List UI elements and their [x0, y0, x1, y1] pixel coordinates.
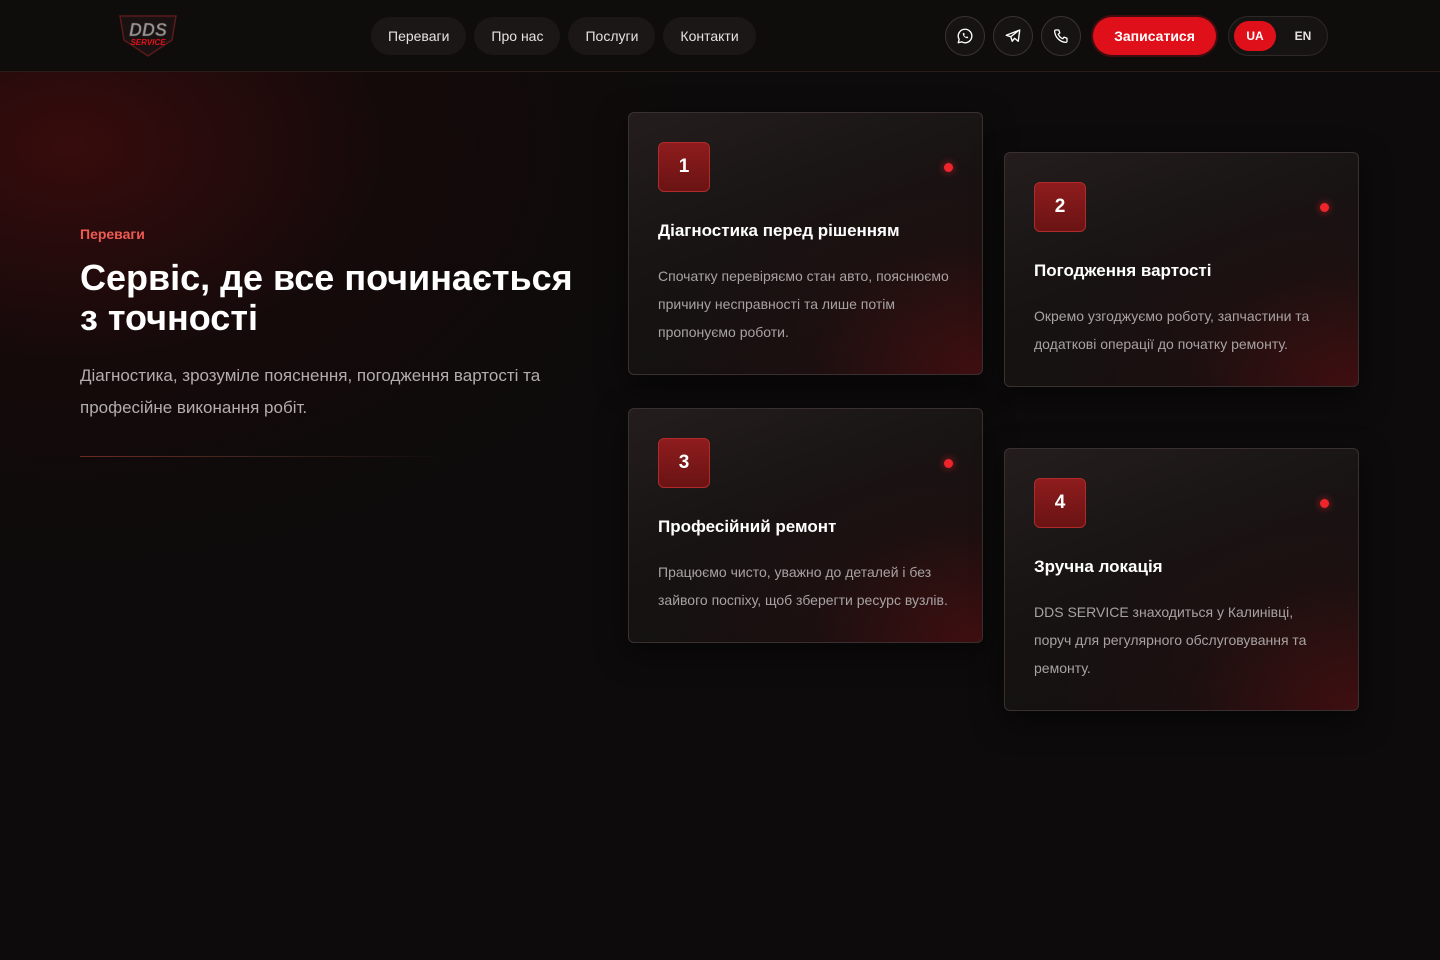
nav-item-advantages[interactable]: Переваги: [371, 17, 467, 55]
advantage-card-3: 3 Професійний ремонт Працюємо чисто, ува…: [628, 408, 983, 643]
nav-item-services[interactable]: Послуги: [568, 17, 656, 55]
telegram-button[interactable]: [993, 16, 1033, 56]
logo-subtext: SERVICE: [130, 38, 166, 47]
status-dot: [944, 459, 953, 468]
advantage-card-2: 2 Погодження вартості Окремо узгоджуємо …: [1004, 152, 1359, 387]
card-number-badge: 1: [658, 142, 710, 192]
advantage-card-4: 4 Зручна локація DDS SERVICE знаходиться…: [1004, 448, 1359, 711]
dds-logo-icon: DDS SERVICE: [119, 15, 177, 57]
advantage-card-1: 1 Діагностика перед рішенням Спочатку пе…: [628, 112, 983, 375]
card-text: Окремо узгоджуємо роботу, запчастини та …: [1034, 308, 1310, 352]
whatsapp-icon: [957, 28, 973, 44]
nav-item-about[interactable]: Про нас: [474, 17, 561, 55]
language-switcher: UA EN: [1228, 16, 1328, 56]
card-text: Працюємо чисто, уважно до деталей і без …: [658, 564, 948, 608]
card-text: Спочатку перевіряємо стан авто, пояснюєм…: [658, 268, 949, 340]
card-number-badge: 4: [1034, 478, 1086, 528]
book-button[interactable]: Записатися: [1093, 17, 1216, 55]
logo-text: DDS: [129, 20, 167, 40]
phone-icon: [1053, 29, 1068, 44]
divider: [80, 456, 450, 457]
card-text: DDS SERVICE знаходиться у Калинівці, пор…: [1034, 604, 1307, 676]
logo[interactable]: DDS SERVICE: [112, 10, 184, 60]
main-nav: Переваги Про нас Послуги Контакти: [371, 17, 756, 55]
card-title: Професійний ремонт: [658, 517, 837, 536]
card-title: Зручна локація: [1034, 557, 1163, 576]
whatsapp-button[interactable]: [945, 16, 985, 56]
section-eyebrow: Переваги: [80, 226, 145, 242]
lang-en-button[interactable]: EN: [1282, 21, 1324, 51]
section-title: Сервіс, де все починається з точності: [80, 257, 573, 338]
card-number-badge: 2: [1034, 182, 1086, 232]
lang-ua-button[interactable]: UA: [1234, 21, 1276, 51]
telegram-icon: [1005, 29, 1021, 42]
status-dot: [1320, 203, 1329, 212]
nav-item-contacts[interactable]: Контакти: [663, 17, 756, 55]
site-header: DDS SERVICE Переваги Про нас Послуги Кон…: [0, 0, 1440, 72]
card-number-badge: 3: [658, 438, 710, 488]
phone-button[interactable]: [1041, 16, 1081, 56]
card-title: Діагностика перед рішенням: [658, 221, 900, 240]
section-lead: Діагностика, зрозуміле пояснення, погодж…: [80, 366, 541, 417]
card-title: Погодження вартості: [1034, 261, 1212, 280]
status-dot: [944, 163, 953, 172]
status-dot: [1320, 499, 1329, 508]
